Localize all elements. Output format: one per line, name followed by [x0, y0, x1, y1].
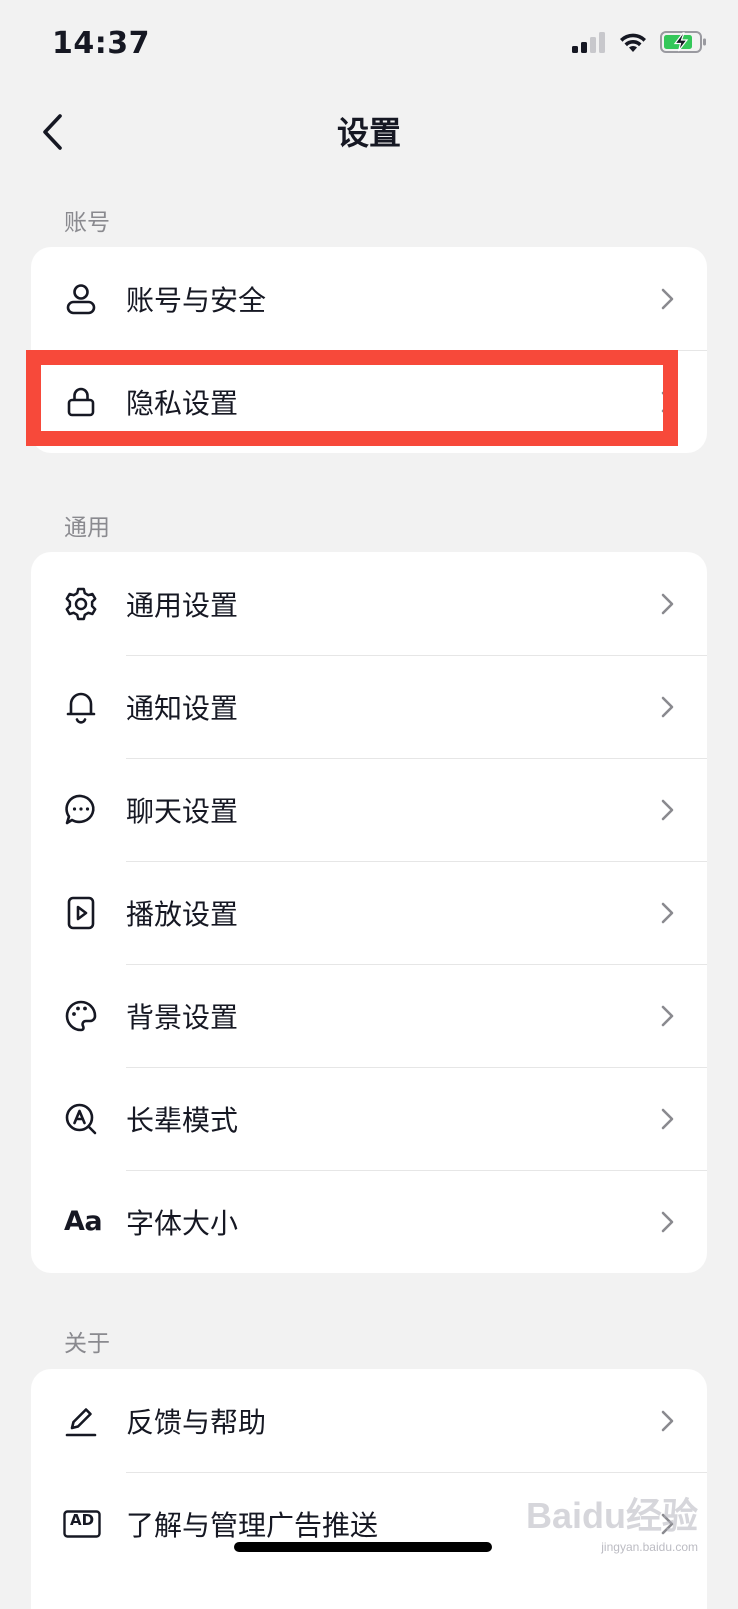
menu-item-label: 背景设置	[126, 1000, 239, 1034]
nav-bar: 设置	[0, 90, 738, 174]
pencil-icon	[63, 1403, 99, 1439]
about-card: 反馈与帮助 AD 了解与管理广告推送	[31, 1369, 707, 1609]
menu-item-label: 长辈模式	[126, 1103, 239, 1137]
chevron-right-icon	[661, 1410, 674, 1431]
menu-item-background-settings[interactable]: 背景设置	[31, 964, 707, 1067]
wifi-icon	[620, 33, 646, 52]
cellular-signal-icon	[572, 32, 605, 53]
person-icon	[63, 281, 99, 317]
chevron-right-icon	[661, 1005, 674, 1026]
account-card: 账号与安全 隐私设置	[31, 247, 707, 453]
menu-item-label: 通用设置	[126, 588, 239, 622]
menu-item-notification-settings[interactable]: 通知设置	[31, 655, 707, 758]
status-icons	[572, 30, 708, 54]
chevron-right-icon	[661, 799, 674, 820]
menu-item-label: 字体大小	[126, 1206, 239, 1240]
home-indicator[interactable]	[234, 1542, 492, 1552]
page-title: 设置	[336, 114, 401, 152]
chevron-right-icon	[661, 288, 674, 309]
menu-item-privacy-settings[interactable]: 隐私设置	[31, 350, 707, 453]
chevron-right-icon	[661, 1108, 674, 1129]
section-label-account: 账号	[64, 210, 110, 236]
chevron-right-icon	[661, 696, 674, 717]
menu-item-label: 通知设置	[126, 691, 239, 725]
chevron-right-icon	[661, 902, 674, 923]
status-bar: 14:37	[0, 0, 738, 90]
chevron-right-icon	[661, 593, 674, 614]
section-label-about: 关于	[64, 1331, 110, 1357]
chat-bubble-icon	[63, 792, 99, 828]
menu-item-label: 账号与安全	[126, 283, 267, 317]
chevron-right-icon	[661, 1211, 674, 1232]
lock-icon	[63, 384, 99, 420]
ad-icon-text: AD	[69, 1510, 95, 1529]
menu-item-label: 播放设置	[126, 897, 239, 931]
menu-item-font-size[interactable]: Aa 字体大小	[31, 1170, 707, 1273]
play-icon	[63, 895, 99, 931]
menu-item-playback-settings[interactable]: 播放设置	[31, 861, 707, 964]
font-size-icon: Aa	[61, 1204, 105, 1240]
gear-icon	[63, 586, 99, 622]
menu-item-account-security[interactable]: 账号与安全	[31, 247, 707, 350]
section-label-general: 通用	[64, 515, 110, 541]
menu-item-chat-settings[interactable]: 聊天设置	[31, 758, 707, 861]
menu-item-label: 反馈与帮助	[126, 1405, 267, 1439]
battery-charging-icon	[660, 31, 706, 53]
menu-item-label: 了解与管理广告推送	[126, 1508, 379, 1542]
menu-item-feedback-help[interactable]: 反馈与帮助	[31, 1369, 707, 1472]
menu-item-general-settings[interactable]: 通用设置	[31, 552, 707, 655]
palette-icon	[63, 998, 99, 1034]
bell-icon	[63, 689, 99, 725]
menu-item-label: 隐私设置	[126, 386, 239, 420]
menu-item-label: 聊天设置	[126, 794, 239, 828]
status-time: 14:37	[52, 26, 150, 61]
chevron-right-icon	[661, 391, 674, 412]
font-size-icon-text: Aa	[63, 1206, 103, 1237]
ad-icon: AD	[63, 1506, 101, 1542]
menu-item-elder-mode[interactable]: 长辈模式	[31, 1067, 707, 1170]
watermark-logo: Baidu经验	[525, 1495, 698, 1536]
general-card: 通用设置 通知设置 聊天设置 播放设置 背景设置 长辈模式 Aa 字体大小	[31, 552, 707, 1273]
elder-mode-icon	[63, 1101, 99, 1137]
watermark-url: jingyan.baidu.com	[601, 1540, 698, 1554]
